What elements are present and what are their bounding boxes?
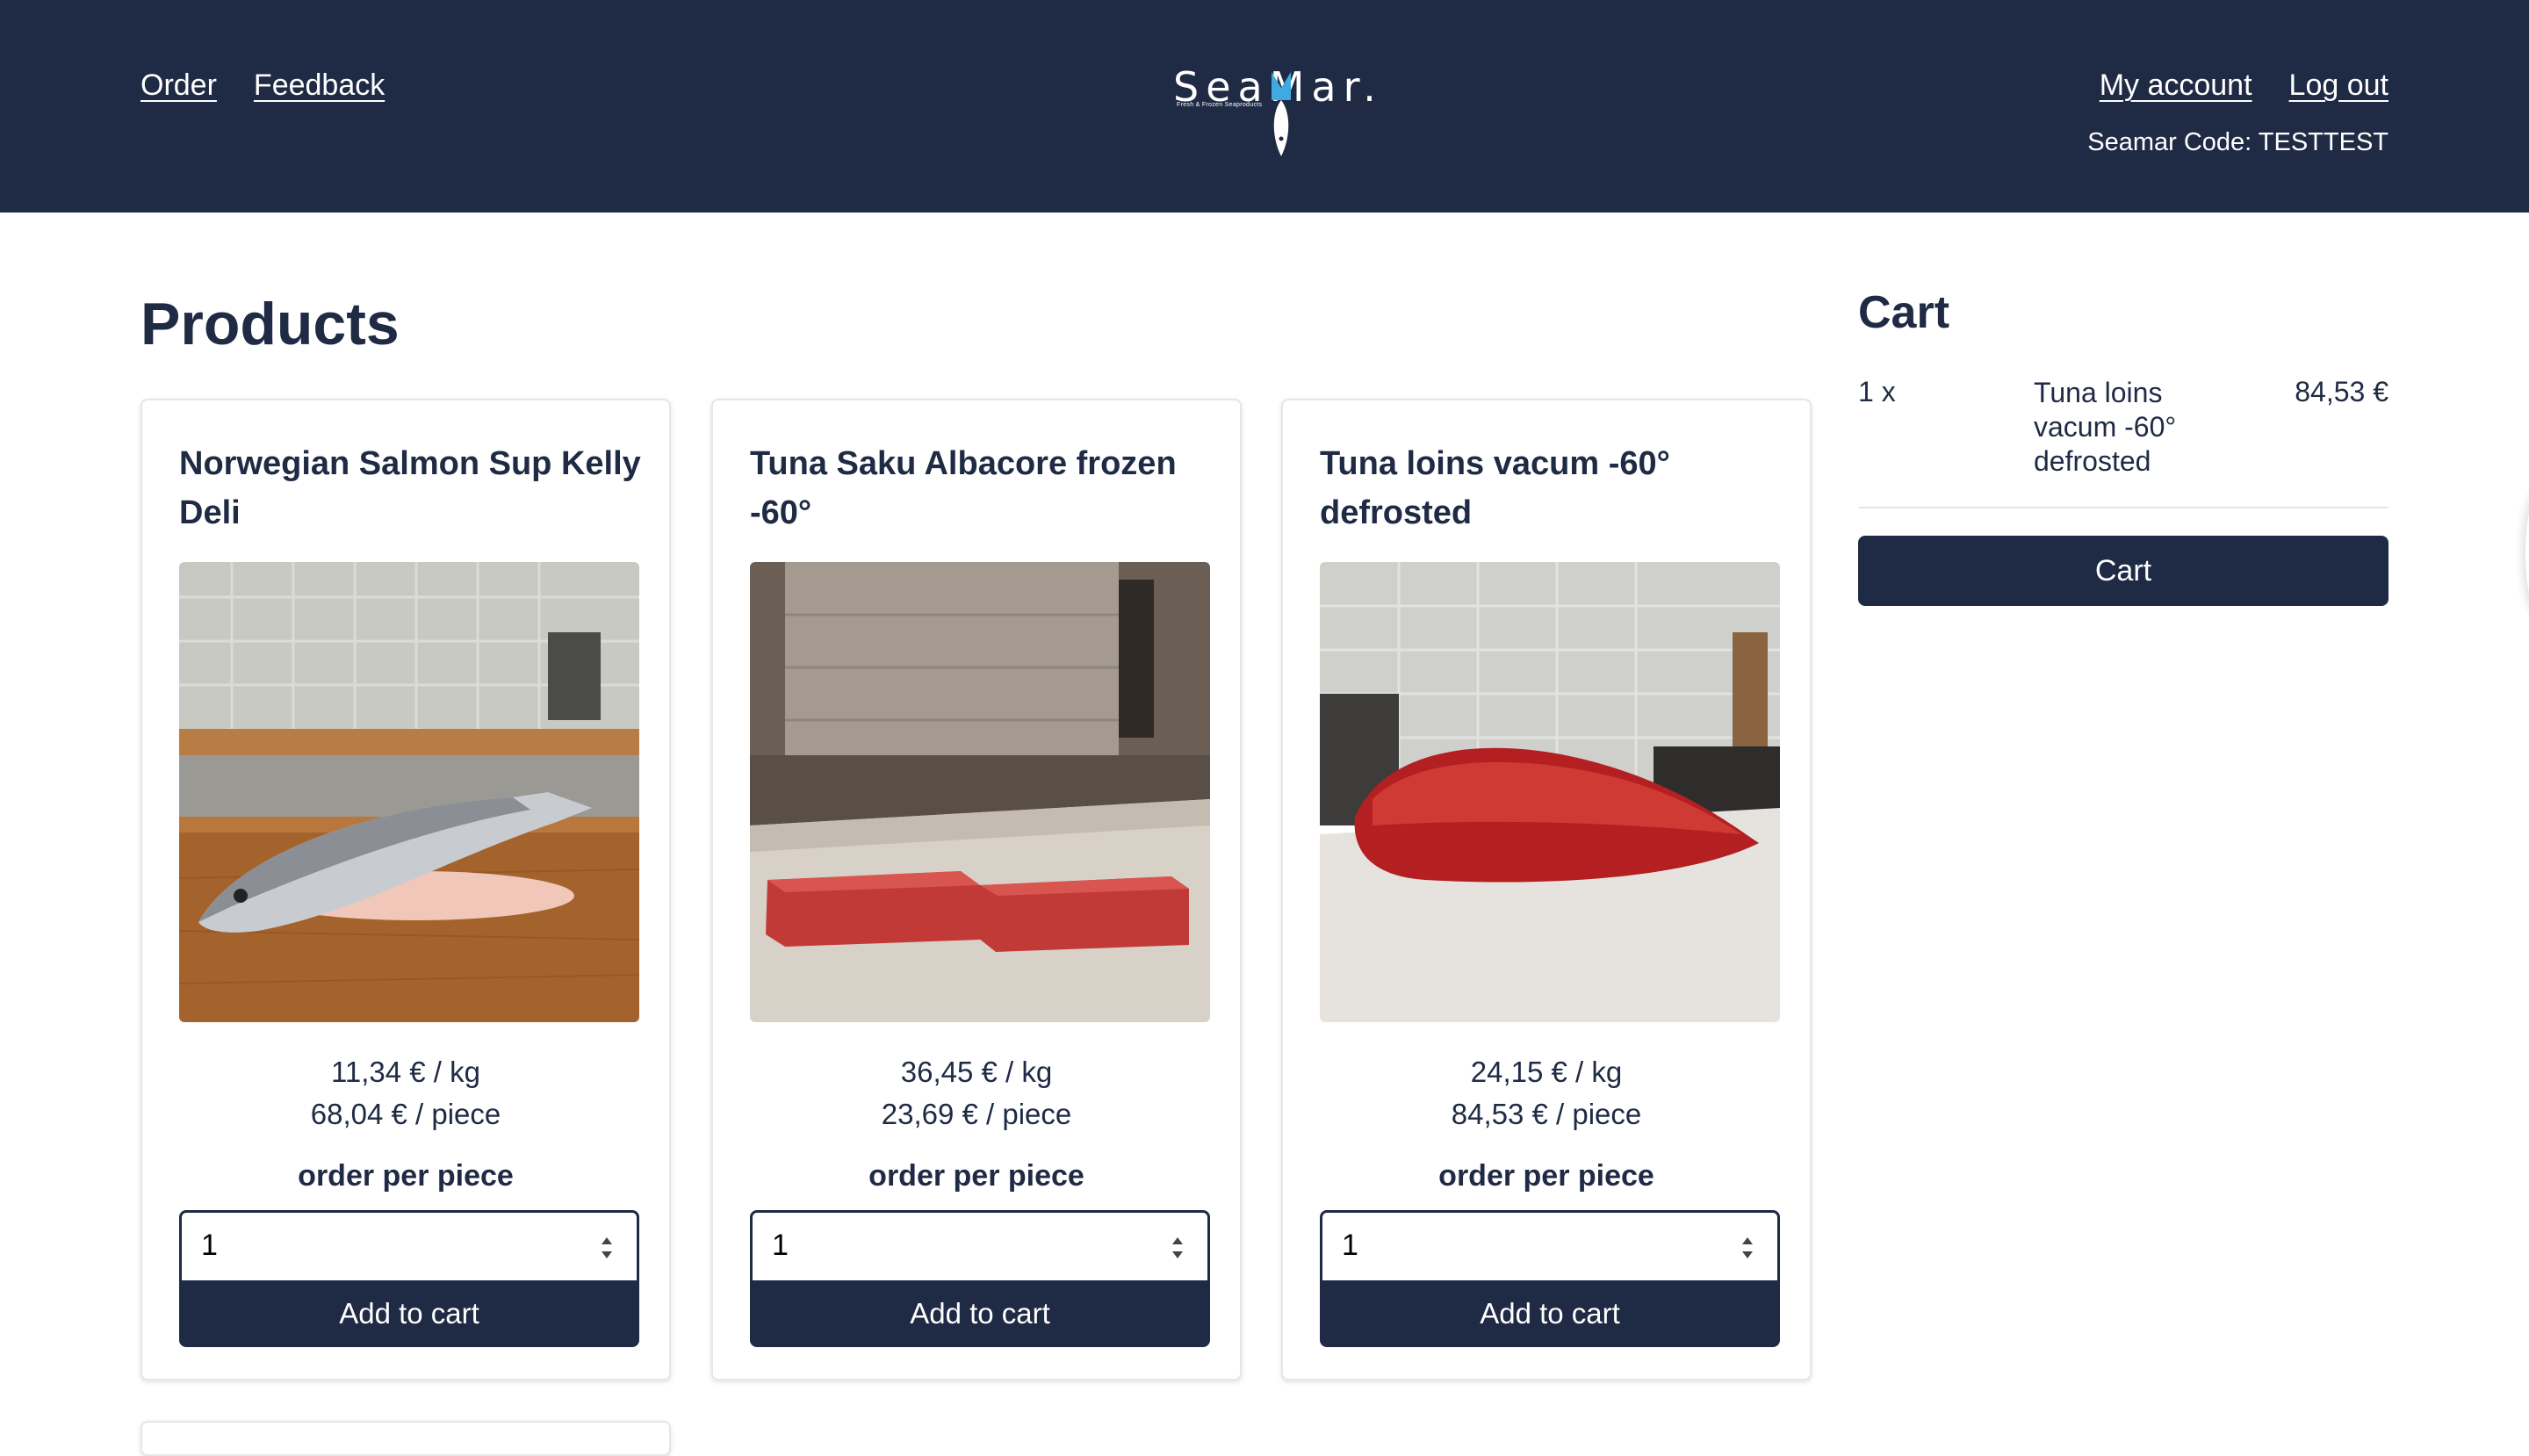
order-unit-label: order per piece <box>298 1159 514 1193</box>
account-nav: My account Log out <box>2100 68 2388 103</box>
page-title: Products <box>140 291 400 357</box>
quantity-input[interactable]: 1 <box>1320 1210 1780 1282</box>
quantity-value: 1 <box>201 1229 218 1262</box>
add-to-cart-button[interactable]: Add to cart <box>1320 1280 1780 1347</box>
cart-item-price: 84,53 € <box>2295 376 2388 407</box>
edge-handle <box>2525 492 2529 615</box>
price-per-kg: 11,34 € / kg <box>330 1056 480 1088</box>
product-card: Norwegian Salmon Sup Kelly Deli 11,34 € … <box>140 399 671 1380</box>
cart-title: Cart <box>1858 287 1950 338</box>
cart-button[interactable]: Cart <box>1858 536 2388 606</box>
nav-order-link[interactable]: Order <box>140 68 217 103</box>
quantity-value: 1 <box>1342 1229 1358 1262</box>
product-grid: Norwegian Salmon Sup Kelly Deli 11,34 € … <box>140 399 1816 1438</box>
product-name: Tuna loins vacum -60° defrosted <box>1320 445 1670 531</box>
seamar-code-label: Seamar Code: TESTTEST <box>2087 128 2388 156</box>
product-card: Tuna Saku Albacore frozen -60° 36,45 € /… <box>711 399 1242 1380</box>
cart-item-qty: 1 x <box>1858 376 1896 407</box>
site-header: Order Feedback SeaMar. Fresh & Frozen Se… <box>0 0 2529 213</box>
product-image-tuna-loin <box>1320 562 1780 1022</box>
quantity-value: 1 <box>772 1229 789 1262</box>
cart-item-name: Tuna loins vacum -60° defrosted <box>2034 377 2177 477</box>
product-image-salmon <box>179 562 639 1022</box>
price-per-kg: 24,15 € / kg <box>1470 1056 1623 1088</box>
log-out-link[interactable]: Log out <box>2289 68 2388 103</box>
add-to-cart-button[interactable]: Add to cart <box>179 1280 639 1347</box>
cart-divider <box>1858 507 2388 508</box>
price-per-piece: 68,04 € / piece <box>310 1098 501 1130</box>
logo-tagline: Fresh & Frozen Seaproducts <box>1177 102 1263 108</box>
price-per-kg: 36,45 € / kg <box>900 1056 1053 1088</box>
quantity-input[interactable]: 1 <box>750 1210 1210 1282</box>
my-account-link[interactable]: My account <box>2100 68 2252 103</box>
product-name: Tuna Saku Albacore frozen -60° <box>750 445 1177 531</box>
quantity-input[interactable]: 1 <box>179 1210 639 1282</box>
main-nav: Order Feedback <box>140 68 385 103</box>
order-unit-label: order per piece <box>868 1159 1084 1193</box>
spinner-arrows-icon[interactable] <box>1739 1232 1756 1264</box>
price-per-piece: 84,53 € / piece <box>1451 1098 1642 1130</box>
spinner-arrows-icon[interactable] <box>1169 1232 1186 1264</box>
order-unit-label: order per piece <box>1438 1159 1654 1193</box>
product-card: Tuna loins vacum -60° defrosted 24,15 € … <box>1281 399 1812 1380</box>
nav-feedback-link[interactable]: Feedback <box>254 68 385 103</box>
spinner-arrows-icon[interactable] <box>598 1232 616 1264</box>
add-to-cart-button[interactable]: Add to cart <box>750 1280 1210 1347</box>
product-image-tuna-saku <box>750 562 1210 1022</box>
product-card-partial <box>140 1421 671 1456</box>
product-name: Norwegian Salmon Sup Kelly Deli <box>179 445 641 531</box>
seamar-logo[interactable]: SeaMar. Fresh & Frozen Seaproducts <box>1173 63 1376 160</box>
fish-icon <box>1272 72 1291 156</box>
price-per-piece: 23,69 € / piece <box>881 1098 1072 1130</box>
